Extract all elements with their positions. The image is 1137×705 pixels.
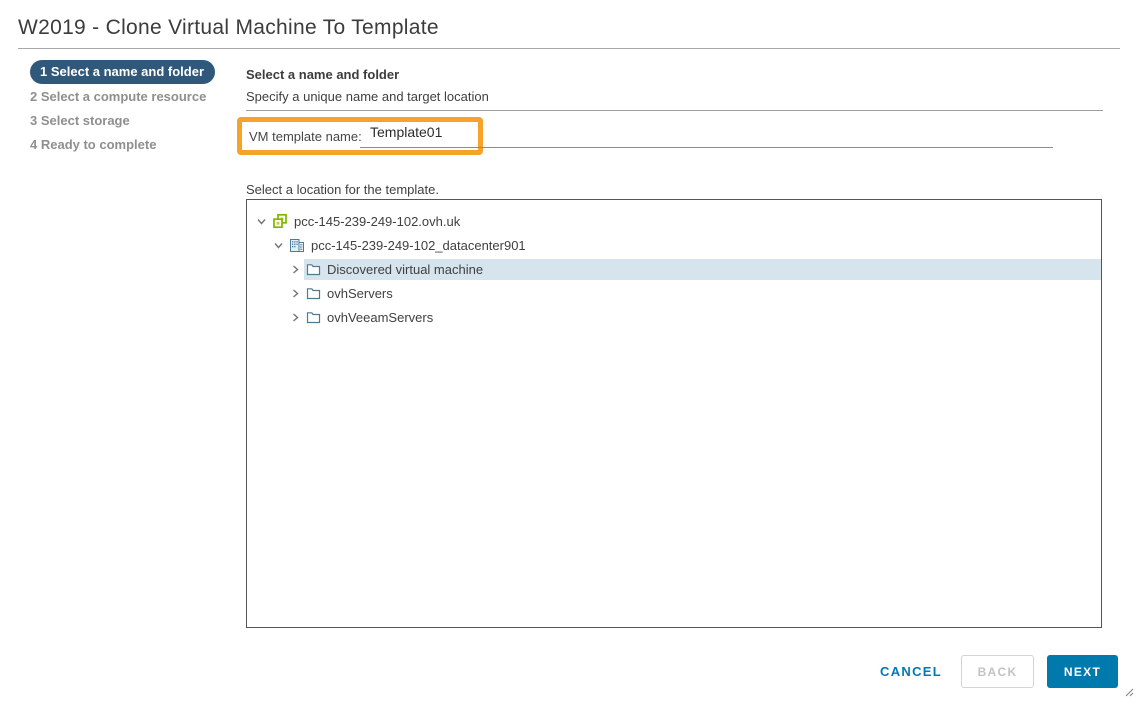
vm-template-name-label: VM template name: bbox=[249, 129, 362, 144]
page-heading: Select a name and folder bbox=[246, 67, 400, 82]
back-button[interactable]: BACK bbox=[961, 655, 1034, 688]
step-4-ready-to-complete[interactable]: 4 Ready to complete bbox=[30, 132, 215, 156]
tree-node-datacenter[interactable]: pcc-145-239-249-102_datacenter901 bbox=[287, 235, 1101, 256]
chevron-right-icon[interactable] bbox=[289, 287, 302, 300]
clone-vm-wizard-dialog: { "window": { "title": "W2019 - Clone Vi… bbox=[0, 0, 1137, 705]
tree-row: pcc-145-239-249-102.ovh.uk bbox=[247, 209, 1101, 233]
tree-row: ovhVeeamServers bbox=[247, 305, 1101, 329]
next-button[interactable]: NEXT bbox=[1047, 655, 1118, 688]
tree-row: Discovered virtual machine bbox=[247, 257, 1101, 281]
tree-node-ovhveeamservers-folder[interactable]: ovhVeeamServers bbox=[304, 307, 1101, 328]
tree-node-vcenter[interactable]: pcc-145-239-249-102.ovh.uk bbox=[270, 211, 1101, 232]
tree-node-ovhservers-folder[interactable]: ovhServers bbox=[304, 283, 1101, 304]
folder-icon bbox=[306, 287, 321, 300]
chevron-right-icon[interactable] bbox=[289, 263, 302, 276]
step-1-select-name-folder[interactable]: 1 Select a name and folder bbox=[30, 60, 216, 84]
active-step-pill: 1 Select a name and folder bbox=[30, 60, 216, 84]
resize-grip-icon[interactable] bbox=[1123, 684, 1134, 702]
vm-template-name-input[interactable] bbox=[370, 124, 476, 140]
wizard-step-nav: 1 Select a name and folder 2 Select a co… bbox=[30, 60, 216, 156]
tree-node-label: ovhVeeamServers bbox=[327, 309, 434, 325]
section-divider bbox=[246, 110, 1103, 111]
chevron-right-icon[interactable] bbox=[289, 311, 302, 324]
tree-node-label: pcc-145-239-249-102.ovh.uk bbox=[294, 213, 461, 229]
tree-node-discovered-vm-folder[interactable]: Discovered virtual machine bbox=[304, 258, 1101, 280]
folder-icon bbox=[306, 263, 321, 276]
tree-node-label: Discovered virtual machine bbox=[327, 261, 484, 277]
tree-row: pcc-145-239-249-102_datacenter901 bbox=[247, 233, 1101, 257]
chevron-down-icon[interactable] bbox=[272, 239, 285, 252]
title-divider bbox=[18, 48, 1120, 49]
datacenter-icon bbox=[289, 238, 305, 253]
folder-icon bbox=[306, 311, 321, 324]
step-2-select-compute-resource[interactable]: 2 Select a compute resource bbox=[30, 84, 215, 108]
vcenter-icon bbox=[272, 213, 288, 229]
wizard-title: W2019 - Clone Virtual Machine To Templat… bbox=[18, 16, 439, 39]
step-3-select-storage[interactable]: 3 Select storage bbox=[30, 108, 215, 132]
tree-row: ovhServers bbox=[247, 281, 1101, 305]
chevron-down-icon[interactable] bbox=[255, 215, 268, 228]
page-subheading: Specify a unique name and target locatio… bbox=[246, 89, 489, 104]
template-location-tree: pcc-145-239-249-102.ovh.uk pcc-145-239-2 bbox=[246, 199, 1102, 628]
location-section-label: Select a location for the template. bbox=[246, 182, 439, 197]
tree-node-label: ovhServers bbox=[327, 285, 393, 301]
tree-node-label: pcc-145-239-249-102_datacenter901 bbox=[311, 237, 526, 253]
cancel-button[interactable]: CANCEL bbox=[880, 664, 942, 679]
input-underline bbox=[360, 147, 1053, 148]
